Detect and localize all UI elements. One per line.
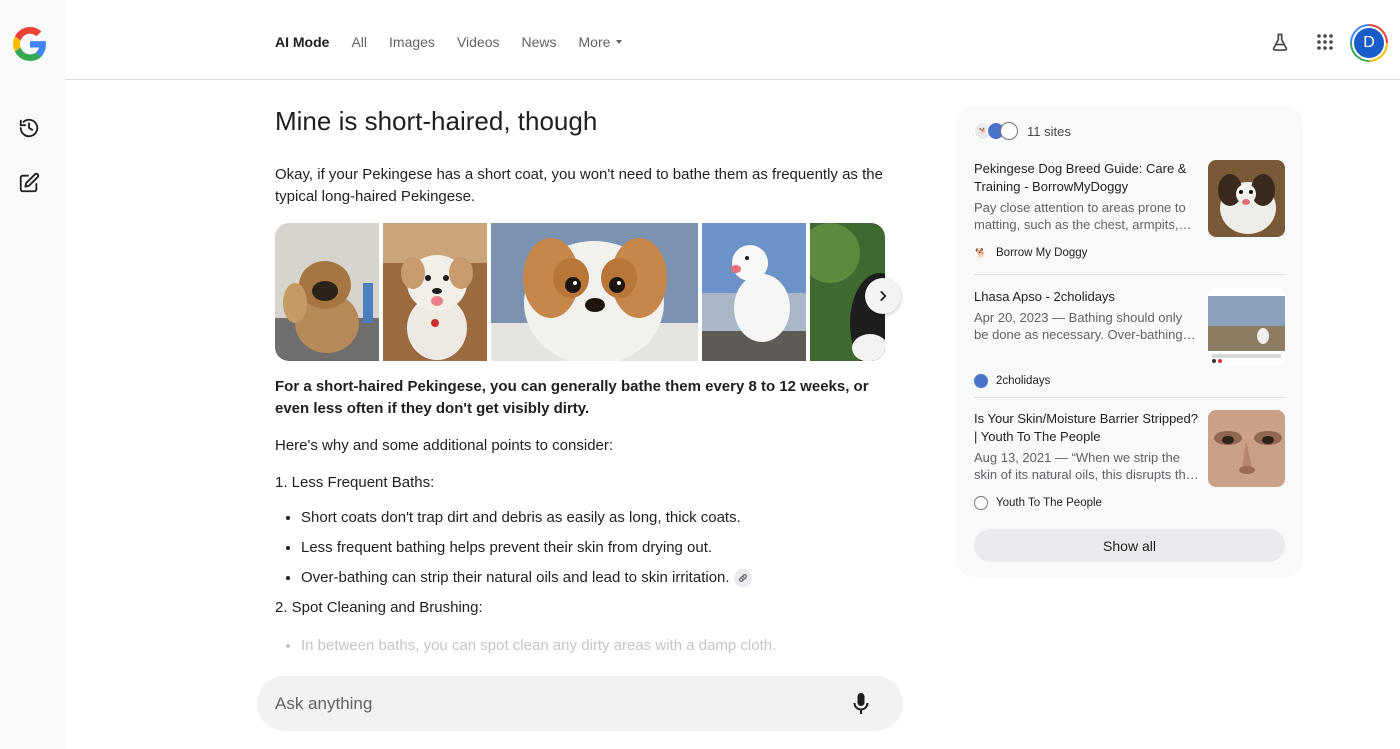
source-site[interactable]: 2cholidays xyxy=(974,374,1050,388)
youthtothepeople-favicon xyxy=(974,496,988,510)
source-snippet: Apr 20, 2023 — Bathing should only be do… xyxy=(974,310,1183,342)
divider xyxy=(974,274,1285,275)
source-snippet: Aug 13, 2021 — “When we strip the skin o… xyxy=(974,450,1193,482)
source-title[interactable]: Is Your Skin/Moisture Barrier Stripped? … xyxy=(974,410,1199,446)
show-all-button[interactable]: Show all xyxy=(974,529,1285,562)
ask-input[interactable] xyxy=(275,692,835,716)
gallery-next-button[interactable] xyxy=(865,278,901,314)
intro-paragraph: Okay, if your Pekingese has a short coat… xyxy=(275,166,883,205)
search-tabs: AI Mode All Images Videos News More xyxy=(275,33,623,51)
list-item: Less frequent bathing helps prevent thei… xyxy=(301,537,885,559)
list-item: Over-bathing can strip their natural oil… xyxy=(301,567,885,589)
ask-bar xyxy=(257,676,903,731)
tab-news[interactable]: News xyxy=(522,33,557,51)
tab-images[interactable]: Images xyxy=(389,33,435,51)
gallery-image-3[interactable] xyxy=(491,223,698,361)
source-title[interactable]: Pekingese Dog Breed Guide: Care & Traini… xyxy=(974,160,1199,196)
source-snippet: Pay close attention to areas prone to ma… xyxy=(974,200,1186,232)
new-chat-icon[interactable] xyxy=(14,168,44,198)
gallery-image-4[interactable] xyxy=(702,223,806,361)
avatar: D xyxy=(1354,28,1384,58)
list-item: Short coats don't trap dirt and debris a… xyxy=(301,507,885,529)
top-header: AI Mode All Images Videos News More D xyxy=(65,0,1400,80)
sources-panel: 🐕 11 sites Pekingese Dog Breed Guide: Ca… xyxy=(956,106,1303,577)
answer-lead: For a short-haired Pekingese, you can ge… xyxy=(275,378,869,417)
section-heading-2: 2. Spot Cleaning and Brushing: xyxy=(275,599,483,616)
source-thumbnail[interactable] xyxy=(1208,288,1285,365)
history-icon[interactable] xyxy=(14,113,44,143)
source-site[interactable]: 🐕 Borrow My Doggy xyxy=(974,246,1087,260)
2cholidays-favicon xyxy=(974,374,988,388)
chevron-right-icon xyxy=(880,291,887,301)
list-item: In between baths, you can spot clean any… xyxy=(301,635,885,657)
divider xyxy=(974,397,1285,398)
source-card-3[interactable]: Is Your Skin/Moisture Barrier Stripped? … xyxy=(974,410,1285,510)
source-site[interactable]: Youth To The People xyxy=(974,496,1102,510)
gallery-image-2[interactable] xyxy=(383,223,487,361)
sources-count: 11 sites xyxy=(1027,123,1071,139)
bullet-list-2: In between baths, you can spot clean any… xyxy=(275,635,885,657)
bullet-list-1: Short coats don't trap dirt and debris a… xyxy=(275,507,885,589)
source-card-1[interactable]: Pekingese Dog Breed Guide: Care & Traini… xyxy=(974,160,1285,259)
image-gallery[interactable] xyxy=(275,223,885,361)
labs-flask-icon[interactable] xyxy=(1268,30,1292,54)
account-avatar-button[interactable]: D xyxy=(1350,24,1388,62)
source-thumbnail[interactable] xyxy=(1208,410,1285,487)
tab-videos[interactable]: Videos xyxy=(457,33,500,51)
tab-all[interactable]: All xyxy=(351,33,367,51)
why-paragraph: Here's why and some additional points to… xyxy=(275,437,614,454)
tab-more[interactable]: More xyxy=(579,33,623,51)
youthtothepeople-favicon xyxy=(1000,122,1018,140)
caret-down-icon xyxy=(616,40,623,44)
left-rail xyxy=(0,0,65,749)
apps-grid-icon[interactable] xyxy=(1313,30,1337,54)
source-title[interactable]: Lhasa Apso - 2cholidays xyxy=(974,288,1199,306)
gallery-image-1[interactable] xyxy=(275,223,379,361)
section-heading-1: 1. Less Frequent Baths: xyxy=(275,474,435,491)
query-title: Mine is short-haired, though xyxy=(275,106,598,136)
microphone-icon[interactable] xyxy=(849,692,873,716)
tab-ai-mode[interactable]: AI Mode xyxy=(275,33,329,51)
source-card-2[interactable]: Lhasa Apso - 2cholidays Apr 20, 2023 — B… xyxy=(974,288,1285,388)
citation-link-icon[interactable] xyxy=(733,569,752,588)
borrowmydoggy-favicon: 🐕 xyxy=(975,247,987,258)
google-logo[interactable] xyxy=(13,27,47,61)
answer-content: Mine is short-haired, though Okay, if yo… xyxy=(275,100,901,665)
source-thumbnail[interactable] xyxy=(1208,160,1285,237)
sources-header[interactable]: 🐕 11 sites xyxy=(974,122,1071,140)
